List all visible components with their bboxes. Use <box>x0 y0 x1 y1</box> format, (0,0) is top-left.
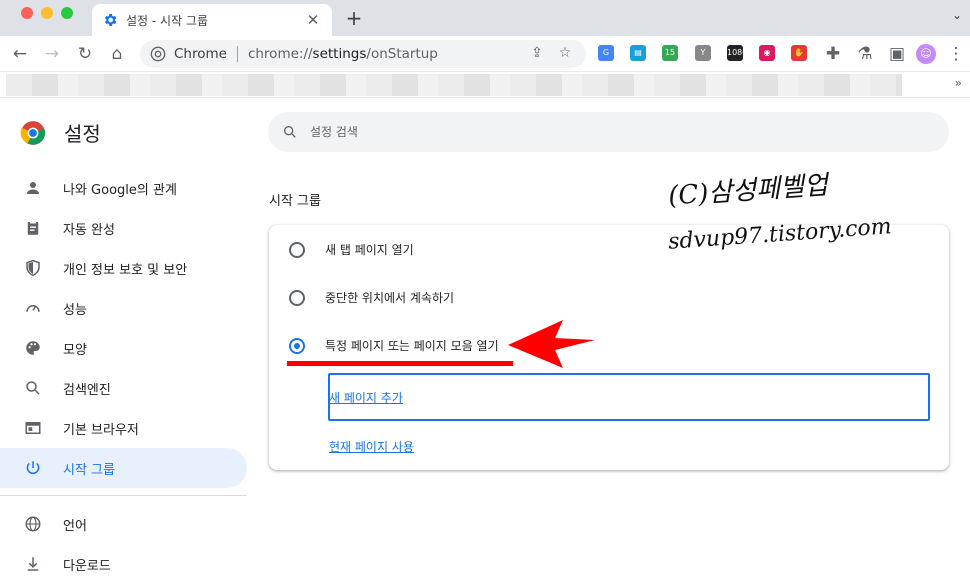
sidebar-item-shield[interactable]: 개인 정보 보호 및 보안 <box>0 248 247 288</box>
sidebar-item-browser-window[interactable]: 기본 브라우저 <box>0 408 247 448</box>
search-icon <box>24 379 42 397</box>
power-icon <box>24 459 42 477</box>
sidebar-item-label: 성능 <box>63 302 87 318</box>
back-arrow-icon[interactable]: ← <box>8 42 32 66</box>
settings-brand: 설정 <box>20 118 101 147</box>
minimize-window-button[interactable] <box>41 7 53 19</box>
sidebar-item-label: 개인 정보 보호 및 보안 <box>63 262 188 278</box>
person-icon <box>24 179 42 197</box>
red-arrow-annotation <box>508 320 595 368</box>
sidebar-item-label: 나와 Google의 관계 <box>63 182 177 198</box>
settings-search[interactable] <box>268 112 949 152</box>
option-new-tab[interactable]: 새 탭 페이지 열기 <box>289 241 414 258</box>
tool-ext-icon[interactable]: Y <box>695 45 711 61</box>
google-translate-icon[interactable]: G <box>598 45 614 61</box>
browser-tab-settings[interactable]: 설정 - 시작 그룹 ✕ <box>92 4 332 36</box>
startup-options-card: 새 탭 페이지 열기 중단한 위치에서 계속하기 특정 페이지 또는 페이지 모… <box>269 225 949 470</box>
sidebar-item-person[interactable]: 나와 Google의 관계 <box>0 168 247 208</box>
sidebar-item-label: 시작 그룹 <box>63 462 115 478</box>
option-specific-pages[interactable]: 특정 페이지 또는 페이지 모음 열기 <box>289 337 499 354</box>
green-ext-icon[interactable]: 15 <box>662 45 678 61</box>
browser-window-icon <box>24 419 42 437</box>
sidebar-item-clipboard[interactable]: 자동 완성 <box>0 208 247 248</box>
palette-icon <box>24 339 42 357</box>
sidebar-item-download[interactable]: 다운로드 <box>0 544 247 584</box>
extensions-puzzle-icon[interactable]: ✚ <box>821 42 845 66</box>
use-current-pages-link[interactable]: 현재 페이지 사용 <box>329 438 414 455</box>
add-page-box[interactable] <box>328 373 930 421</box>
labs-flask-icon[interactable]: ⚗ <box>853 42 877 66</box>
url-text: chrome://settings/onStartup <box>247 46 438 62</box>
chrome-logo-icon <box>20 120 46 145</box>
browser-toolbar: ← → ↻ ⌂ Chrome chrome://settings/onStart… <box>0 36 970 72</box>
bookmarks-blurred <box>6 74 902 96</box>
1080-ext-icon[interactable]: 1080 <box>727 45 747 61</box>
new-tab-button[interactable]: + <box>342 6 366 30</box>
forward-arrow-icon[interactable]: → <box>40 42 64 66</box>
radio-specific-pages[interactable] <box>289 337 305 354</box>
clipboard-icon <box>24 219 42 237</box>
globe-icon <box>24 515 42 533</box>
chrome-site-icon <box>150 46 166 62</box>
option-continue[interactable]: 중단한 위치에서 계속하기 <box>289 289 454 306</box>
sidebar-item-label: 언어 <box>63 518 87 534</box>
color-ring-ext-icon[interactable]: ◉ <box>759 45 775 61</box>
home-icon[interactable]: ⌂ <box>105 42 129 66</box>
sidebar-item-palette[interactable]: 모양 <box>0 328 247 368</box>
radio-continue[interactable] <box>289 289 305 306</box>
more-bookmarks-icon[interactable]: » <box>955 76 962 90</box>
omnibox-separator <box>236 46 238 62</box>
side-panel-icon[interactable]: ▣ <box>885 42 909 66</box>
sidebar-item-label: 모양 <box>63 342 87 358</box>
sidebar-divider <box>0 495 247 496</box>
share-icon[interactable]: ⇪ <box>528 45 546 63</box>
tab-search-chevron-icon[interactable]: ⌄ <box>952 8 962 22</box>
speedometer-icon <box>24 299 42 317</box>
maximize-window-button[interactable] <box>61 7 73 19</box>
watermark-title: (C)삼성페벨업 <box>667 170 829 212</box>
close-window-button[interactable] <box>21 7 33 19</box>
more-menu-icon[interactable]: ⋮ <box>944 42 968 66</box>
book-ext-icon[interactable]: ▤ <box>630 45 646 61</box>
search-icon <box>284 125 296 138</box>
reload-icon[interactable]: ↻ <box>73 42 97 66</box>
option-label: 새 탭 페이지 열기 <box>325 243 414 257</box>
sidebar-item-label: 검색엔진 <box>63 382 111 398</box>
window-titlebar: 설정 - 시작 그룹 ✕ + ⌄ <box>0 0 970 36</box>
bookmarks-bar: » <box>0 72 970 98</box>
sidebar-item-label: 다운로드 <box>63 558 111 574</box>
option-label: 중단한 위치에서 계속하기 <box>325 291 455 305</box>
close-tab-icon[interactable]: ✕ <box>304 11 322 29</box>
tab-title: 설정 - 시작 그룹 <box>126 13 209 28</box>
add-new-page-link[interactable]: 새 페이지 추가 <box>329 389 403 406</box>
sidebar-item-globe[interactable]: 언어 <box>0 504 247 544</box>
red-underline-annotation <box>287 361 513 366</box>
option-label: 특정 페이지 또는 페이지 모음 열기 <box>325 339 499 353</box>
settings-title: 설정 <box>64 122 101 146</box>
search-input[interactable] <box>310 125 870 139</box>
sidebar-item-power[interactable]: 시작 그룹 <box>0 448 247 488</box>
settings-gear-icon <box>104 14 117 26</box>
shield-icon <box>24 259 42 277</box>
sidebar-item-search[interactable]: 검색엔진 <box>0 368 247 408</box>
sidebar-item-label: 기본 브라우저 <box>63 422 139 438</box>
bookmark-star-icon[interactable]: ☆ <box>556 45 574 63</box>
sidebar-item-label: 자동 완성 <box>63 222 115 238</box>
red-hand-ext-icon[interactable]: ✋ <box>791 45 807 61</box>
sidebar-item-speedometer[interactable]: 성능 <box>0 288 247 328</box>
profile-avatar[interactable]: ☺ <box>916 44 936 64</box>
radio-new-tab[interactable] <box>289 241 305 258</box>
download-icon <box>24 555 42 573</box>
section-title: 시작 그룹 <box>269 194 321 209</box>
address-bar[interactable]: Chrome chrome://settings/onStartup ⇪ ☆ <box>140 40 586 68</box>
site-label: Chrome <box>174 46 227 62</box>
